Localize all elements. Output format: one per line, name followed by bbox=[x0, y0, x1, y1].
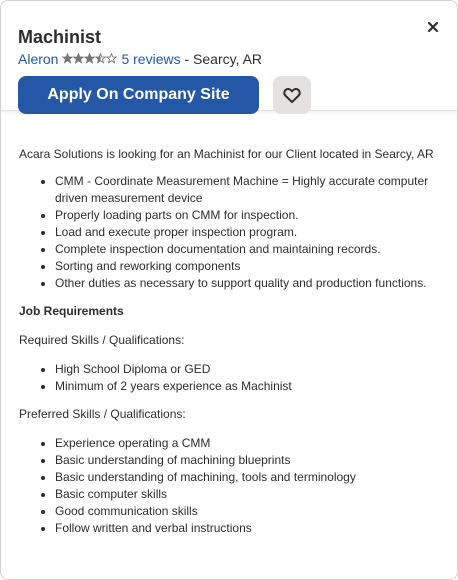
requirements-heading: Job Requirements bbox=[19, 304, 124, 318]
list-item: Experience operating a CMM bbox=[55, 435, 440, 452]
list-item: Good communication skills bbox=[55, 503, 440, 520]
job-header: Machinist Aleron 5 reviews - Searcy, AR A… bbox=[1, 1, 457, 114]
list-item: CMM - Coordinate Measurement Machine = H… bbox=[55, 173, 440, 207]
job-detail-panel: Machinist Aleron 5 reviews - Searcy, AR A… bbox=[0, 0, 458, 580]
list-item: Properly loading parts on CMM for inspec… bbox=[55, 207, 440, 224]
star-icon bbox=[83, 52, 96, 64]
apply-button[interactable]: Apply On Company Site bbox=[18, 76, 259, 114]
job-location: - Searcy, AR bbox=[184, 51, 263, 67]
job-description: Acara Solutions is looking for an Machin… bbox=[1, 134, 457, 548]
list-item: Other duties as necessary to support qua… bbox=[55, 275, 440, 292]
required-heading: Required Skills / Qualifications: bbox=[19, 333, 185, 347]
duties-list: CMM - Coordinate Measurement Machine = H… bbox=[19, 173, 440, 292]
list-item: Sorting and reworking components bbox=[55, 258, 440, 275]
description-intro: Acara Solutions is looking for an Machin… bbox=[19, 147, 434, 161]
star-icon bbox=[61, 52, 74, 64]
list-item: Minimum of 2 years experience as Machini… bbox=[55, 378, 440, 395]
company-link[interactable]: Aleron bbox=[18, 51, 58, 67]
star-icon bbox=[94, 52, 107, 64]
list-item: Basic computer skills bbox=[55, 486, 440, 503]
list-item: Basic understanding of machining, tools … bbox=[55, 469, 440, 486]
company-line: Aleron 5 reviews - Searcy, AR bbox=[18, 49, 262, 71]
list-item: Basic understanding of machining bluepri… bbox=[55, 452, 440, 469]
close-button[interactable] bbox=[423, 17, 443, 37]
list-item: Load and execute proper inspection progr… bbox=[55, 224, 440, 241]
list-item: Complete inspection documentation and ma… bbox=[55, 241, 440, 258]
list-item: High School Diploma or GED bbox=[55, 361, 440, 378]
close-icon bbox=[427, 21, 439, 33]
job-title: Machinist bbox=[18, 27, 102, 47]
required-list: High School Diploma or GED Minimum of 2 … bbox=[19, 361, 440, 395]
star-icon bbox=[72, 52, 85, 64]
preferred-list: Experience operating a CMM Basic underst… bbox=[19, 435, 440, 537]
heart-icon bbox=[283, 87, 301, 104]
rating-stars bbox=[61, 49, 118, 69]
reviews-link[interactable]: 5 reviews bbox=[121, 51, 180, 67]
list-item: Follow written and verbal instructions bbox=[55, 520, 440, 537]
preferred-heading: Preferred Skills / Qualifications: bbox=[19, 407, 186, 421]
save-job-button[interactable] bbox=[273, 76, 311, 114]
star-icon bbox=[105, 52, 118, 64]
